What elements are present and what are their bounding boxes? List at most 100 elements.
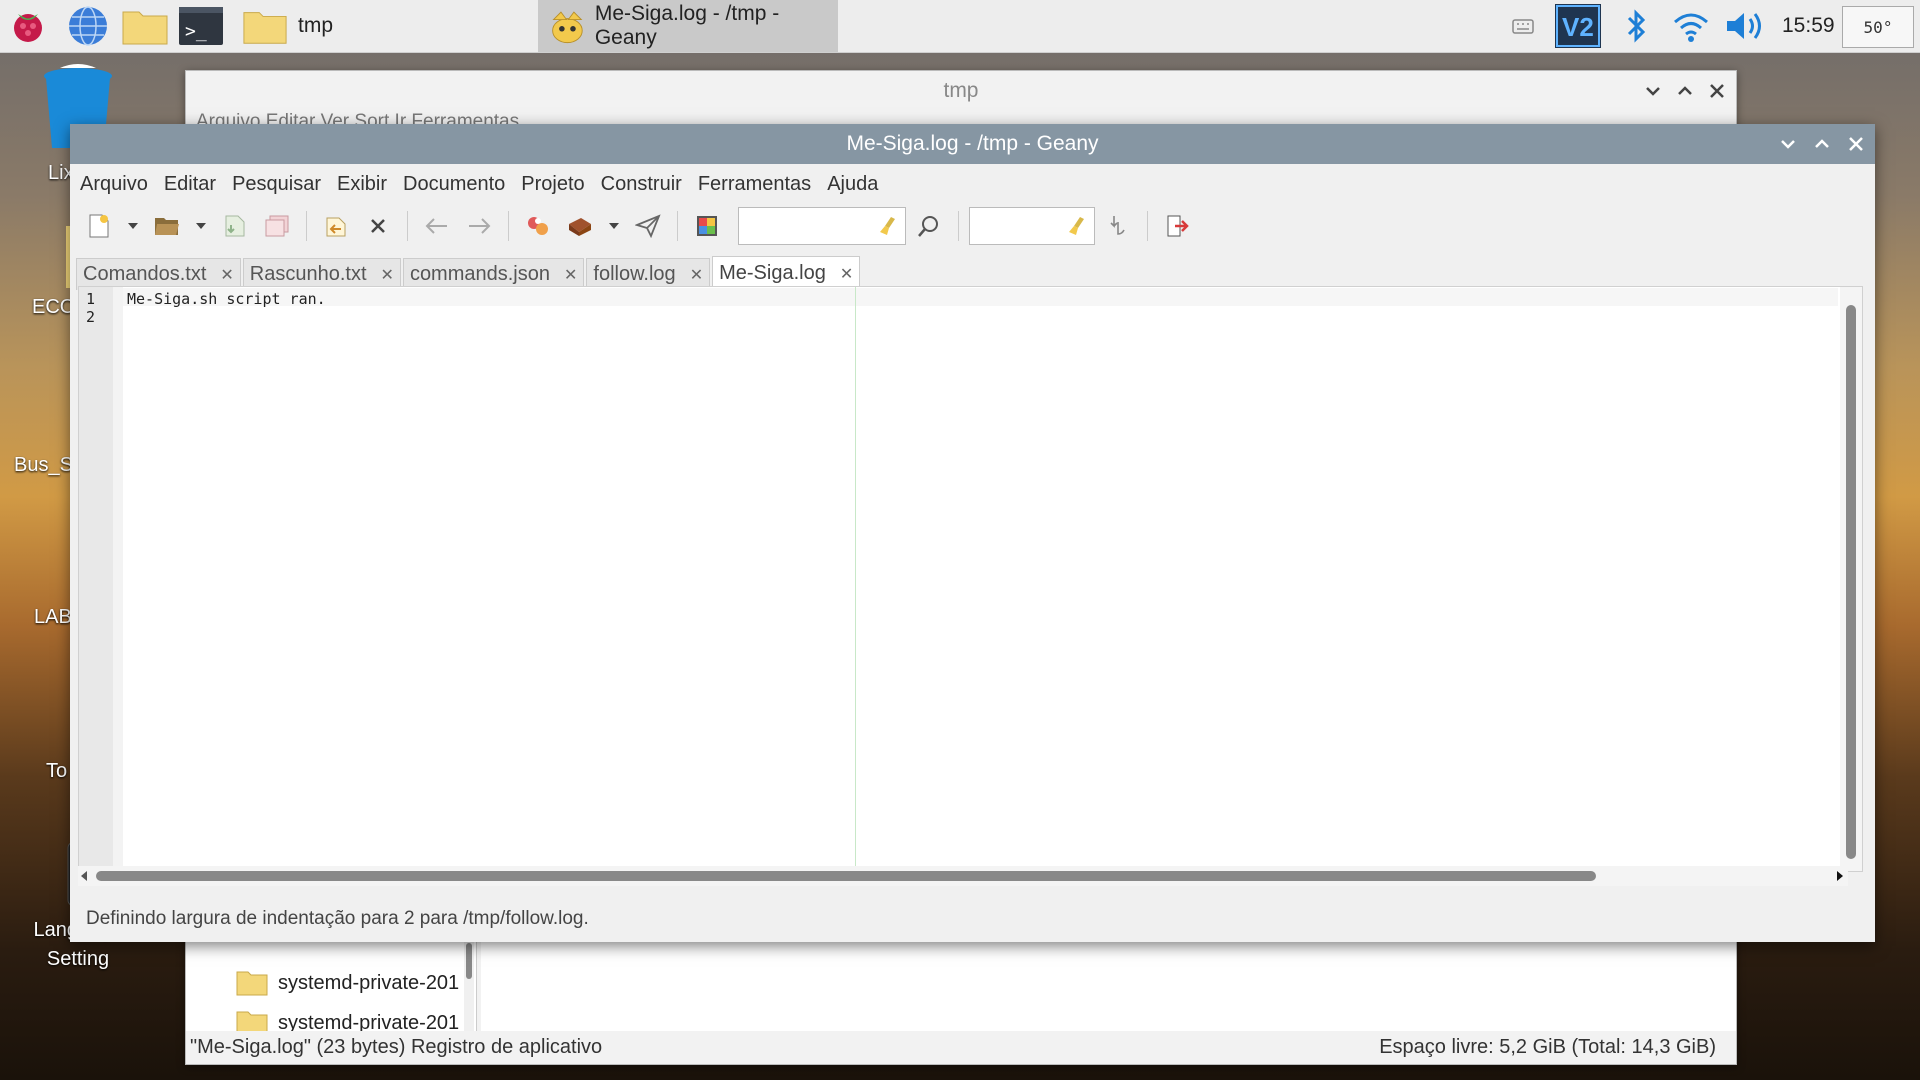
- search-icon: [918, 216, 938, 237]
- search-input[interactable]: [738, 207, 906, 245]
- file-manager-icon[interactable]: [120, 4, 170, 48]
- volume-icon[interactable]: [1722, 4, 1768, 48]
- wifi-icon[interactable]: [1670, 4, 1712, 48]
- file-manager-file-view[interactable]: [481, 941, 1736, 1043]
- close-icon[interactable]: [1847, 135, 1865, 153]
- minimize-icon[interactable]: [1779, 135, 1797, 153]
- chevron-down-icon: [609, 223, 619, 229]
- tab-close-icon[interactable]: ✕: [381, 265, 394, 285]
- quit-button[interactable]: [1158, 207, 1196, 245]
- bluetooth-icon[interactable]: [1620, 4, 1652, 48]
- geany-titlebar[interactable]: Me-Siga.log - /tmp - Geany: [70, 124, 1875, 164]
- raspberry-menu-icon[interactable]: [6, 4, 50, 48]
- new-file-dropdown[interactable]: [122, 207, 144, 245]
- vnc-icon[interactable]: V2: [1554, 4, 1602, 48]
- save-all-button[interactable]: [258, 207, 296, 245]
- close-file-button[interactable]: [359, 207, 397, 245]
- tab-close-icon[interactable]: ✕: [690, 265, 703, 285]
- new-file-button[interactable]: [80, 207, 118, 245]
- tab-label: follow.log: [593, 263, 676, 285]
- tab-close-icon[interactable]: ✕: [840, 264, 853, 284]
- brick-icon: [569, 218, 591, 236]
- open-file-dropdown[interactable]: [190, 207, 212, 245]
- scrollbar-thumb[interactable]: [1846, 305, 1856, 859]
- line-number: 1: [86, 290, 96, 308]
- maximize-icon[interactable]: [1813, 135, 1831, 153]
- build-button[interactable]: [561, 207, 599, 245]
- tab-close-icon[interactable]: ✕: [220, 265, 233, 285]
- scrollbar-thumb[interactable]: [96, 871, 1596, 881]
- list-item[interactable]: systemd-private-201: [186, 963, 476, 1003]
- scroll-right-icon[interactable]: [1836, 871, 1844, 881]
- goto-line-input[interactable]: [969, 207, 1095, 245]
- goto-line-button[interactable]: [1099, 207, 1137, 245]
- revert-button[interactable]: [317, 207, 355, 245]
- editor-horizontal-scrollbar[interactable]: [78, 866, 1848, 886]
- folder-tree-scrollbar[interactable]: [464, 941, 474, 1043]
- close-icon[interactable]: [1708, 82, 1726, 100]
- arrow-right-icon: [469, 218, 491, 234]
- status-file-info: "Me-Siga.log" (23 bytes) Registro de apl…: [190, 1036, 603, 1058]
- menubar: Arquivo Editar Pesquisar Exibir Document…: [70, 164, 1875, 204]
- compile-button[interactable]: [519, 207, 557, 245]
- geany-icon: [552, 11, 583, 44]
- tab-label: Comandos.txt: [83, 263, 207, 285]
- keyboard-icon[interactable]: [1510, 4, 1536, 48]
- statusbar-message: Definindo largura de indentação para 2 p…: [86, 908, 589, 929]
- save-button[interactable]: [216, 207, 254, 245]
- cpu-temperature[interactable]: 50°: [1842, 6, 1914, 48]
- menu-ferramentas[interactable]: Ferramentas: [698, 173, 811, 196]
- tab-me-siga-log[interactable]: Me-Siga.log ✕: [712, 256, 861, 290]
- file-manager-title: tmp: [943, 79, 979, 102]
- find-button[interactable]: [910, 207, 948, 245]
- editor-vertical-scrollbar[interactable]: [1840, 287, 1862, 871]
- menu-ajuda[interactable]: Ajuda: [827, 173, 878, 196]
- long-line-marker: [855, 287, 856, 871]
- open-folder-icon: [155, 218, 179, 235]
- execute-button[interactable]: [629, 207, 667, 245]
- svg-text:>_: >_: [185, 21, 207, 42]
- taskbar-item-tmp[interactable]: tmp: [232, 0, 532, 52]
- file-manager-statusbar: "Me-Siga.log" (23 bytes) Registro de apl…: [186, 1031, 1736, 1064]
- chevron-down-icon: [128, 223, 138, 229]
- menu-pesquisar[interactable]: Pesquisar: [232, 173, 321, 196]
- file-manager-titlebar[interactable]: tmp: [186, 71, 1736, 111]
- clear-broom-icon[interactable]: [879, 216, 897, 236]
- color-chooser-button[interactable]: [688, 207, 726, 245]
- menu-construir[interactable]: Construir: [601, 173, 682, 196]
- compile-icon: [528, 217, 548, 235]
- top-panel: >_ tmp Me-Siga.log - /tmp - Geany V2 15:…: [0, 0, 1920, 53]
- file-manager-folder-tree[interactable]: systemd-private-201 systemd-private-201: [186, 941, 477, 1043]
- save-all-icon: [265, 215, 289, 237]
- menu-projeto[interactable]: Projeto: [521, 173, 584, 196]
- color-palette-icon: [697, 216, 717, 236]
- open-file-button[interactable]: [148, 207, 186, 245]
- minimize-icon[interactable]: [1644, 82, 1662, 100]
- line-number: 2: [86, 308, 96, 326]
- geany-window[interactable]: Me-Siga.log - /tmp - Geany Arquivo Edita…: [70, 124, 1875, 942]
- code-editor[interactable]: 1 2 Me-Siga.sh script ran.: [78, 286, 1863, 872]
- browser-globe-icon[interactable]: [64, 4, 112, 48]
- folder-icon: [236, 971, 268, 996]
- taskbar-item-geany[interactable]: Me-Siga.log - /tmp - Geany: [538, 0, 838, 52]
- tab-label: Rascunho.txt: [249, 263, 367, 285]
- chevron-down-icon: [196, 223, 206, 229]
- tab-close-icon[interactable]: ✕: [564, 265, 577, 285]
- window-title: Me-Siga.log - /tmp - Geany: [846, 132, 1099, 155]
- scroll-left-icon[interactable]: [80, 871, 88, 881]
- quit-icon: [1167, 215, 1189, 237]
- menu-editar[interactable]: Editar: [164, 173, 216, 196]
- maximize-icon[interactable]: [1676, 82, 1694, 100]
- clock[interactable]: 15:59: [1782, 0, 1835, 52]
- folder-name: systemd-private-201: [278, 971, 460, 994]
- code-line[interactable]: Me-Siga.sh script ran.: [127, 290, 326, 308]
- navigate-forward-button[interactable]: [460, 207, 498, 245]
- clear-broom-icon[interactable]: [1068, 216, 1086, 236]
- menu-arquivo[interactable]: Arquivo: [80, 173, 148, 196]
- build-dropdown[interactable]: [603, 207, 625, 245]
- save-icon: [225, 215, 245, 237]
- navigate-back-button[interactable]: [418, 207, 456, 245]
- terminal-icon[interactable]: >_: [176, 4, 226, 48]
- menu-exibir[interactable]: Exibir: [337, 173, 387, 196]
- menu-documento[interactable]: Documento: [403, 173, 505, 196]
